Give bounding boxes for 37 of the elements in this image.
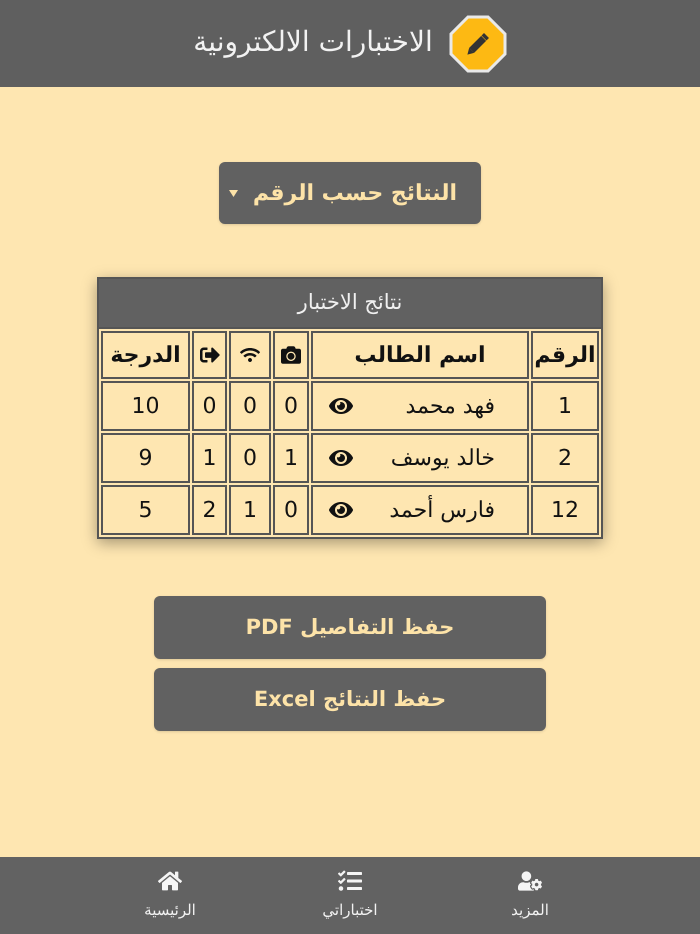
- table-cell: 0: [229, 433, 271, 483]
- table-cell: 10: [101, 381, 190, 431]
- table-cell: 9: [101, 433, 190, 483]
- table-cell: 0: [229, 381, 271, 431]
- table-cell: 2: [531, 433, 599, 483]
- user-gear-icon: [518, 869, 542, 894]
- checklist-icon: [338, 869, 362, 894]
- table-cell: 1: [192, 433, 227, 483]
- table-cell: 0: [192, 381, 227, 431]
- wifi-icon: [240, 345, 260, 365]
- nav-item[interactable]: الرئيسية: [136, 857, 204, 934]
- save-button[interactable]: حفظ النتائج Excel: [154, 668, 546, 731]
- table-cell: 0: [273, 381, 309, 431]
- pencil-badge-icon: [448, 14, 507, 72]
- camera-icon: [281, 345, 301, 365]
- exit-arrow-icon: [200, 345, 220, 365]
- student-name: فهد محمد: [406, 392, 496, 420]
- table-cell: 12: [531, 485, 599, 535]
- column-header: الدرجة: [101, 331, 190, 379]
- table-cell: 1: [531, 381, 599, 431]
- app-title: الاختبارات الالكترونية: [193, 28, 433, 60]
- save-button[interactable]: حفظ التفاصيل PDF: [154, 596, 546, 659]
- student-name: خالد يوسف: [390, 444, 496, 472]
- sort-dropdown[interactable]: النتائج حسب الرقم: [219, 162, 481, 224]
- table-cell: 5: [101, 485, 190, 535]
- nav-item[interactable]: المزيد: [503, 857, 557, 934]
- table-cell: 1: [229, 485, 271, 535]
- column-header: الرقم: [531, 331, 599, 379]
- home-icon: [158, 869, 182, 894]
- column-header: اسم الطالب: [311, 331, 529, 379]
- student-name: فارس أحمد: [389, 494, 511, 526]
- table-cell: 2: [192, 485, 227, 535]
- table-title: نتائج الاختبار: [99, 279, 601, 329]
- table-cell: 0: [273, 485, 309, 535]
- table-cell: 1: [273, 433, 309, 483]
- nav-item[interactable]: اختباراتي: [314, 857, 386, 934]
- caret-icon: [229, 190, 238, 196]
